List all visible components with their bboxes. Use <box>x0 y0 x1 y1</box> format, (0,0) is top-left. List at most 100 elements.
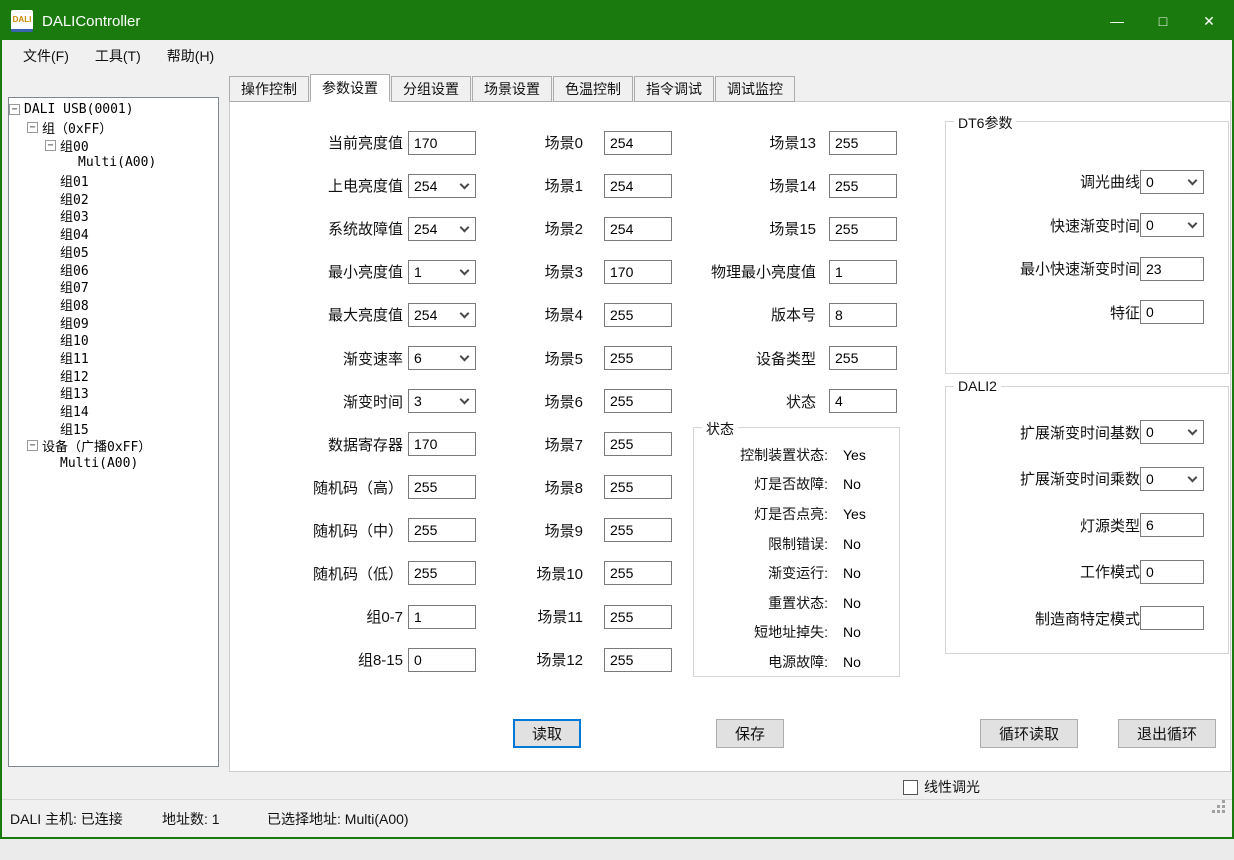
field-input[interactable]: 4 <box>829 389 897 413</box>
tree-item[interactable]: − 组11 <box>45 349 218 367</box>
field-input[interactable]: 254 <box>604 131 672 155</box>
field-input[interactable]: 170 <box>604 260 672 284</box>
scene-field-row: 场景3 170 <box>506 250 672 293</box>
field-input[interactable]: 255 <box>604 518 672 542</box>
field-input[interactable]: 255 <box>604 432 672 456</box>
field-input[interactable]: 255 <box>604 475 672 499</box>
loop-read-button[interactable]: 循环读取 <box>980 719 1078 748</box>
tree-item[interactable]: − 组00 <box>45 136 218 154</box>
field-input[interactable]: 170 <box>408 432 476 456</box>
chevron-down-icon <box>460 395 470 405</box>
field-label: 物理最小亮度值 <box>690 261 816 282</box>
field-input[interactable]: 0 <box>1140 560 1204 584</box>
tree-item[interactable]: − 组06 <box>45 260 218 278</box>
field-input[interactable]: 0 <box>1140 300 1204 324</box>
tab[interactable]: 场景设置 <box>472 76 552 102</box>
maximize-button[interactable]: □ <box>1140 2 1186 40</box>
tree-collapse-icon[interactable]: − <box>27 122 38 133</box>
tree-item-label: 组07 <box>60 277 89 296</box>
tree-item[interactable]: − 组10 <box>45 331 218 349</box>
resize-grip-icon[interactable] <box>1222 800 1225 803</box>
tree-item[interactable]: − 组01 <box>45 172 218 190</box>
tree-item[interactable]: − 组02 <box>45 189 218 207</box>
field-input[interactable]: 3 <box>408 389 476 413</box>
minimize-button[interactable]: — <box>1094 2 1140 40</box>
field-input[interactable]: 170 <box>408 131 476 155</box>
field-input[interactable]: 255 <box>829 217 897 241</box>
field-input[interactable]: 255 <box>408 475 476 499</box>
field-input[interactable]: 255 <box>604 303 672 327</box>
field-input[interactable]: 1 <box>408 605 476 629</box>
close-button[interactable]: ✕ <box>1186 2 1232 40</box>
field-value: 3 <box>414 393 422 409</box>
tree-item[interactable]: − 组14 <box>45 402 218 420</box>
field-input[interactable]: 255 <box>604 346 672 370</box>
tree-item[interactable]: − 组07 <box>45 278 218 296</box>
field-label: 数据寄存器 <box>250 434 403 455</box>
field-input[interactable]: 0 <box>1140 420 1204 444</box>
tab[interactable]: 色温控制 <box>553 76 633 102</box>
dali2-field-row: 扩展渐变时间乘数 0 <box>952 456 1204 503</box>
field-input[interactable]: 0 <box>408 648 476 672</box>
groupbox-title: 状态 <box>702 419 738 439</box>
tree-item[interactable]: − DALI USB(0001) <box>9 101 218 119</box>
menu-item[interactable]: 工具(T) <box>82 40 154 72</box>
field-input[interactable]: 1 <box>829 260 897 284</box>
field-label: 场景15 <box>690 218 816 239</box>
field-label: 系统故障值 <box>250 218 403 239</box>
save-button[interactable]: 保存 <box>716 719 784 748</box>
linear-dimming-checkbox[interactable] <box>903 780 918 795</box>
tab[interactable]: 指令调试 <box>634 76 714 102</box>
field-input[interactable]: 23 <box>1140 257 1204 281</box>
field-input[interactable]: 0 <box>1140 467 1204 491</box>
field-input[interactable]: 254 <box>408 303 476 327</box>
field-input[interactable]: 0 <box>1140 170 1204 194</box>
tree-item[interactable]: − 组（0xFF） <box>27 119 218 137</box>
tree-item[interactable]: − Multi(A00) <box>63 154 218 172</box>
read-button[interactable]: 读取 <box>513 719 581 748</box>
field-input[interactable]: 255 <box>829 131 897 155</box>
tree-item[interactable]: − 组13 <box>45 384 218 402</box>
field-input[interactable]: 255 <box>604 605 672 629</box>
tab[interactable]: 分组设置 <box>391 76 471 102</box>
field-input[interactable] <box>1140 606 1204 630</box>
status-label: 灯是否故障: <box>700 474 828 494</box>
field-input[interactable]: 6 <box>1140 513 1204 537</box>
field-input[interactable]: 254 <box>604 217 672 241</box>
field-label: 调光曲线 <box>952 171 1140 192</box>
menu-item[interactable]: 帮助(H) <box>154 40 227 72</box>
field-input[interactable]: 8 <box>829 303 897 327</box>
field-input[interactable]: 255 <box>408 561 476 585</box>
field-input[interactable]: 255 <box>604 389 672 413</box>
tab[interactable]: 操作控制 <box>229 76 309 102</box>
field-input[interactable]: 0 <box>1140 213 1204 237</box>
tree-collapse-icon[interactable]: − <box>9 104 20 115</box>
tree-item[interactable]: − 组03 <box>45 207 218 225</box>
field-label: 场景13 <box>690 132 816 153</box>
tree-collapse-icon[interactable]: − <box>45 140 56 151</box>
tree-item[interactable]: − 设备（广播0xFF） <box>27 437 218 455</box>
field-input[interactable]: 254 <box>408 217 476 241</box>
exit-loop-button[interactable]: 退出循环 <box>1118 719 1216 748</box>
tab[interactable]: 调试监控 <box>715 76 795 102</box>
field-input[interactable]: 255 <box>604 561 672 585</box>
tree-item[interactable]: − 组08 <box>45 296 218 314</box>
field-input[interactable]: 255 <box>829 346 897 370</box>
tree-item[interactable]: − 组12 <box>45 366 218 384</box>
field-input[interactable]: 254 <box>604 174 672 198</box>
menu-item[interactable]: 文件(F) <box>10 40 82 72</box>
tree-item[interactable]: − 组04 <box>45 225 218 243</box>
tree-item[interactable]: − 组05 <box>45 243 218 261</box>
field-input[interactable]: 255 <box>604 648 672 672</box>
tree-item[interactable]: − Multi(A00) <box>45 455 218 473</box>
tree-item[interactable]: − 组15 <box>45 419 218 437</box>
field-input[interactable]: 255 <box>829 174 897 198</box>
field-input[interactable]: 1 <box>408 260 476 284</box>
tree-collapse-icon[interactable]: − <box>27 440 38 451</box>
field-input[interactable]: 254 <box>408 174 476 198</box>
tab[interactable]: 参数设置 <box>310 74 390 102</box>
tree-item[interactable]: − 组09 <box>45 313 218 331</box>
tree-item-label: 组00 <box>60 136 89 155</box>
field-input[interactable]: 6 <box>408 346 476 370</box>
field-input[interactable]: 255 <box>408 518 476 542</box>
